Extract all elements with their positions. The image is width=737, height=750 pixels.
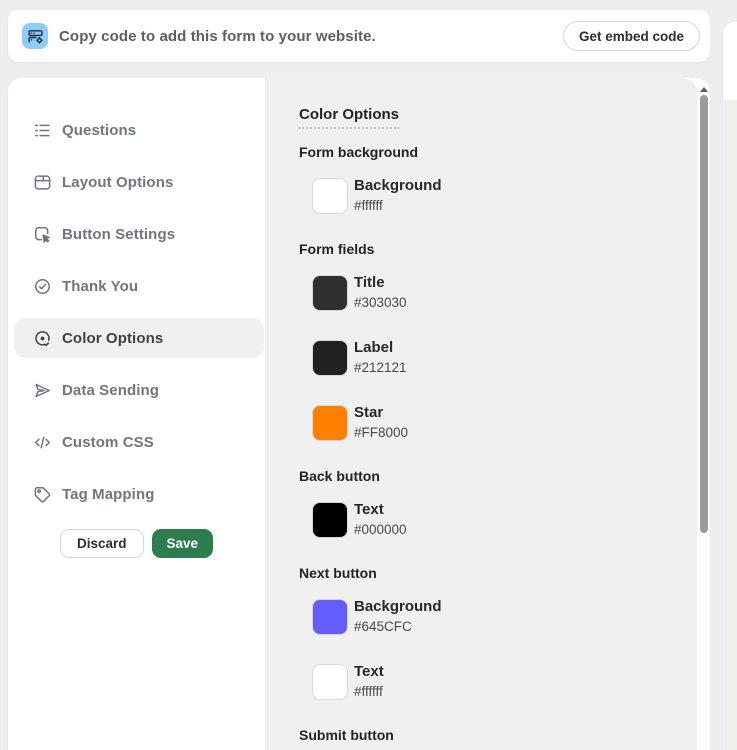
color-swatch[interactable] <box>313 503 347 537</box>
color-setting-row[interactable]: Label #212121 <box>313 338 677 377</box>
color-setting-label: Star <box>354 403 408 423</box>
send-icon <box>33 381 52 400</box>
color-setting-row[interactable]: Title #303030 <box>313 273 677 312</box>
embed-code-icon <box>22 23 48 49</box>
sidebar-item-label: Thank You <box>62 278 138 295</box>
color-setting-hex: #ffffff <box>354 196 442 215</box>
scrollbar[interactable] <box>697 78 710 750</box>
color-setting-label: Background <box>354 176 442 196</box>
color-swatch[interactable] <box>313 665 347 699</box>
sidebar-item-layout-options[interactable]: Layout Options <box>14 156 264 208</box>
color-setting-row[interactable]: Text #000000 <box>313 500 677 539</box>
sidebar-item-color-options[interactable]: Color Options <box>14 318 264 358</box>
adjacent-panel-body <box>723 100 737 750</box>
color-section: Back button Text #000000 <box>299 468 677 539</box>
color-swatch[interactable] <box>313 179 347 213</box>
color-setting-hex: #FF8000 <box>354 423 408 442</box>
check-circle-icon <box>33 277 52 296</box>
color-section-heading: Submit button <box>299 727 677 743</box>
color-setting-hex: #212121 <box>354 358 407 377</box>
sidebar-item-custom-css[interactable]: Custom CSS <box>14 416 264 468</box>
color-section: Next button Background #645CFC Text #fff… <box>299 565 677 701</box>
save-button[interactable]: Save <box>152 529 214 558</box>
color-setting-hex: #ffffff <box>354 682 384 701</box>
color-setting-label: Title <box>354 273 407 293</box>
color-section-heading: Form fields <box>299 241 677 257</box>
color-setting-label: Text <box>354 500 407 520</box>
panel-title: Color Options <box>299 106 399 129</box>
scrollbar-up-arrow[interactable] <box>700 87 708 92</box>
sidebar-item-data-sending[interactable]: Data Sending <box>14 364 264 416</box>
settings-sidebar: Questions Layout Options Button Settings… <box>8 78 265 750</box>
sidebar-item-label: Button Settings <box>62 226 175 243</box>
color-setting-row[interactable]: Star #FF8000 <box>313 403 677 442</box>
discard-button[interactable]: Discard <box>60 529 144 558</box>
sidebar-actions: Discard Save <box>8 529 265 558</box>
color-setting-hex: #645CFC <box>354 617 442 636</box>
color-section: Submit button <box>299 727 677 743</box>
color-setting-row[interactable]: Background #645CFC <box>313 597 677 636</box>
color-wheel-icon <box>33 329 52 348</box>
sidebar-item-tag-mapping[interactable]: Tag Mapping <box>14 468 264 520</box>
list-icon <box>33 121 52 140</box>
tag-icon <box>33 485 52 504</box>
color-swatch[interactable] <box>313 341 347 375</box>
color-section: Form fields Title #303030 Label #212121 … <box>299 241 677 442</box>
form-settings-card: Questions Layout Options Button Settings… <box>8 78 710 750</box>
button-cursor-icon <box>33 225 52 244</box>
sidebar-item-questions[interactable]: Questions <box>14 104 264 156</box>
color-setting-hex: #303030 <box>354 293 407 312</box>
color-section-heading: Back button <box>299 468 677 484</box>
sidebar-item-label: Color Options <box>62 330 163 347</box>
color-options-panel: Color Options Form background Background… <box>265 78 697 750</box>
sidebar-item-label: Tag Mapping <box>62 486 154 503</box>
color-setting-label: Text <box>354 662 384 682</box>
color-swatch[interactable] <box>313 276 347 310</box>
adjacent-panel-edge <box>723 22 737 750</box>
sidebar-item-label: Layout Options <box>62 174 173 191</box>
sidebar-item-label: Questions <box>62 122 136 139</box>
get-embed-code-button[interactable]: Get embed code <box>563 21 700 51</box>
code-icon <box>33 433 52 452</box>
sidebar-item-thank-you[interactable]: Thank You <box>14 260 264 312</box>
sidebar-item-label: Data Sending <box>62 382 159 399</box>
color-setting-label: Background <box>354 597 442 617</box>
color-setting-label: Label <box>354 338 407 358</box>
sidebar-item-button-settings[interactable]: Button Settings <box>14 208 264 260</box>
sidebar-item-label: Custom CSS <box>62 434 154 451</box>
color-setting-hex: #000000 <box>354 520 407 539</box>
color-section-heading: Form background <box>299 144 677 160</box>
embed-message: Copy code to add this form to your websi… <box>59 28 376 45</box>
layout-icon <box>33 173 52 192</box>
color-swatch[interactable] <box>313 600 347 634</box>
color-section: Form background Background #ffffff <box>299 144 677 215</box>
color-section-heading: Next button <box>299 565 677 581</box>
scrollbar-thumb[interactable] <box>700 95 708 533</box>
color-setting-row[interactable]: Text #ffffff <box>313 662 677 701</box>
color-setting-row[interactable]: Background #ffffff <box>313 176 677 215</box>
embed-banner: Copy code to add this form to your websi… <box>8 10 710 62</box>
color-swatch[interactable] <box>313 406 347 440</box>
